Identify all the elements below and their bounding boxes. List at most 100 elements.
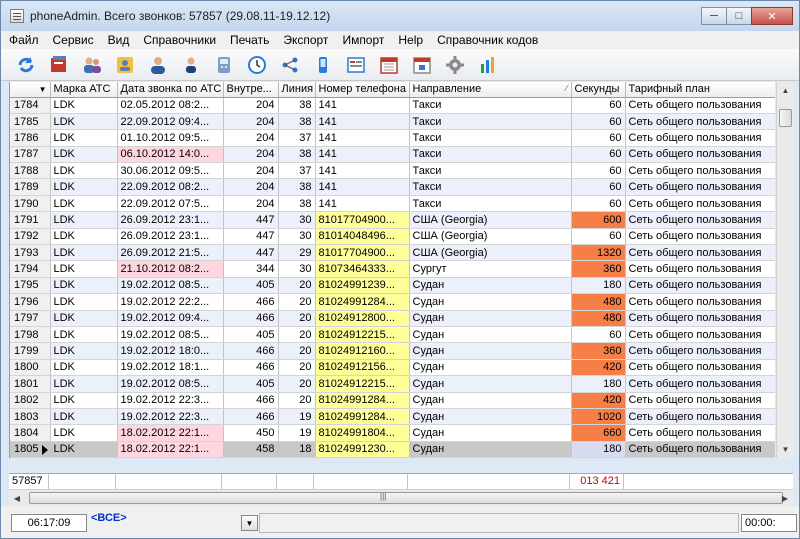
tariff-cell: Сеть общего пользования [625, 359, 775, 377]
tariff-cell: Сеть общего пользования [625, 375, 775, 393]
column-menu-icon[interactable]: ▼ [39, 85, 47, 94]
scroll-right-icon[interactable]: ▶ [777, 490, 793, 506]
horizontal-scrollbar[interactable]: ◀ ||| ▶ [9, 489, 793, 505]
table-row[interactable]: 1802 LDK 19.02.2012 22:3... 466 20 8102499128… [10, 392, 775, 409]
phone-cell: 81073464333... [315, 260, 410, 278]
scroll-left-icon[interactable]: ◀ [9, 490, 25, 506]
menu-item[interactable]: Экспорт [275, 33, 334, 47]
table-row[interactable]: 1790 LDK 22.09.2012 07:5... 204 38 141 Такси 60… [10, 195, 775, 213]
table-row[interactable]: 1789 LDK 22.09.2012 08:2... 204 38 141 Такси 60… [10, 178, 775, 196]
row-number: 1787 [10, 146, 51, 164]
form-button[interactable] [343, 53, 369, 77]
users-button[interactable] [79, 53, 105, 77]
minimize-button[interactable]: ─ [701, 7, 727, 25]
ats-cell: LDK [50, 228, 118, 246]
column-header[interactable]: Направление ∕ [409, 82, 572, 98]
clock-button[interactable] [244, 53, 270, 77]
table-row[interactable]: 1787 LDK 06.10.2012 14:0... 204 38 141 Такси 60… [10, 146, 775, 164]
menu-bar: Файл Сервис Вид Справочники Печать Экспорт Имп… [1, 31, 799, 49]
scroll-down-icon[interactable]: ▼ [777, 441, 794, 458]
table-row[interactable]: 1798 LDK 19.02.2012 08:5... 405 20 8102491221… [10, 326, 775, 344]
date-cell: 19.02.2012 08:5... [117, 326, 224, 344]
chart-button[interactable] [475, 53, 501, 77]
maximize-button[interactable]: □ [726, 7, 752, 25]
column-header[interactable]: Номер телефона [315, 82, 410, 98]
row-number: 1795 [10, 277, 51, 295]
refresh-button[interactable] [13, 53, 39, 77]
column-header[interactable]: Дата звонка по АТС [117, 82, 224, 98]
table-row[interactable]: 1804 LDK 18.02.2012 22:1... 450 19 8102499180… [10, 424, 775, 442]
line-cell: 37 [278, 162, 316, 180]
phone-cell: 141 [315, 113, 410, 131]
phone-cell: 81024912800... [315, 310, 410, 327]
vertical-scrollbar[interactable]: ▲ ▼ [776, 82, 793, 458]
extension-cell: 405 [223, 375, 279, 393]
menu-item[interactable]: Справочники [135, 33, 222, 47]
column-header[interactable]: Марка АТС [50, 82, 118, 98]
tariff-cell: Сеть общего пользования [625, 392, 775, 409]
seconds-cell: 480 [571, 310, 626, 327]
extension-cell: 405 [223, 326, 279, 344]
network-button[interactable] [277, 53, 303, 77]
seconds-cell: 1320 [571, 244, 626, 262]
stack-button[interactable] [46, 53, 72, 77]
table-row[interactable]: 1791 LDK 26.09.2012 23:1... 447 30 8101770490… [10, 211, 775, 229]
totals-cell [277, 474, 314, 489]
column-header-label: Дата звонка по АТС [120, 83, 222, 96]
menu-item[interactable]: Вид [100, 33, 136, 47]
calendar-month-button[interactable] [376, 53, 402, 77]
table-row[interactable]: 1786 LDK 01.10.2012 09:5... 204 37 141 Такси 60… [10, 129, 775, 147]
column-header[interactable]: Внутре... [223, 82, 279, 98]
vertical-scroll-thumb[interactable] [779, 109, 792, 127]
direction-cell: Судан [409, 424, 572, 442]
phone-button[interactable] [211, 53, 237, 77]
person-icon [186, 57, 196, 73]
person-button[interactable] [178, 53, 204, 77]
menu-item[interactable]: Печать [222, 33, 275, 47]
column-header[interactable]: ▼ [10, 82, 51, 98]
table-row[interactable]: 1803 LDK 19.02.2012 22:3... 466 19 8102499128… [10, 408, 775, 426]
scroll-up-icon[interactable]: ▲ [777, 82, 794, 99]
table-row[interactable]: 1800 LDK 19.02.2012 18:1... 466 20 8102491215… [10, 359, 775, 377]
table-row[interactable]: 1784 LDK 02.05.2012 08:2... 204 38 141 Такси 60… [10, 97, 775, 114]
calendar-day-button[interactable] [409, 53, 435, 77]
table-row[interactable]: 1788 LDK 30.06.2012 09:5... 204 37 141 Такси 60… [10, 162, 775, 180]
table-row[interactable]: 1796 LDK 19.02.2012 22:2... 466 20 8102499128… [10, 293, 775, 311]
column-header[interactable]: Тарифный план [625, 82, 775, 98]
phone-cell: 81024991284... [315, 392, 410, 409]
date-cell: 26.09.2012 21:5... [117, 244, 224, 262]
horizontal-scroll-thumb[interactable] [29, 492, 783, 504]
user-button[interactable] [145, 53, 171, 77]
table-row[interactable]: 1797 LDK 19.02.2012 09:4... 466 20 8102491280… [10, 310, 775, 327]
table-row[interactable]: 1805 LDK 18.02.2012 22:1... 458 18 8102499123… [10, 441, 775, 458]
title-bar[interactable]: phoneAdmin. Всего звонков: 57857 (29.08.… [1, 1, 799, 31]
column-header[interactable]: Линия [278, 82, 316, 98]
table-row[interactable]: 1799 LDK 19.02.2012 18:0... 466 20 8102491216… [10, 342, 775, 360]
table-row[interactable]: 1795 LDK 19.02.2012 08:5... 405 20 8102499123… [10, 277, 775, 295]
menu-item[interactable]: Сервис [45, 33, 100, 47]
column-header[interactable]: Секунды [571, 82, 626, 98]
mobile-button[interactable] [310, 53, 336, 77]
table-row[interactable]: 1801 LDK 19.02.2012 08:5... 405 20 8102491221… [10, 375, 775, 393]
table-row[interactable]: 1785 LDK 22.09.2012 09:4... 204 38 141 Такси 60… [10, 113, 775, 131]
menu-item[interactable]: Импорт [334, 33, 390, 47]
ats-cell: LDK [50, 375, 118, 393]
column-header-label: Направление [412, 83, 482, 96]
gear-button[interactable] [442, 53, 468, 77]
row-number: 1792 [10, 228, 51, 246]
filter-dropdown-button[interactable]: ▼ [241, 515, 258, 531]
calls-grid[interactable]: ▼ Марка АТС Дата звонка по АТС Внутре... Лин… [9, 82, 775, 458]
table-row[interactable]: 1792 LDK 26.09.2012 23:1... 447 30 8101404849… [10, 228, 775, 246]
contacts-button[interactable] [112, 53, 138, 77]
phone-cell: 81024991230... [315, 441, 410, 458]
menu-item[interactable]: Файл [1, 33, 45, 47]
table-row[interactable]: 1794 LDK 21.10.2012 08:2... 344 30 8107346433… [10, 260, 775, 278]
date-cell: 02.05.2012 08:2... [117, 97, 224, 114]
menu-item[interactable]: Help [390, 33, 429, 47]
extension-cell: 204 [223, 129, 279, 147]
direction-cell: Такси [409, 129, 572, 147]
table-row[interactable]: 1793 LDK 26.09.2012 21:5... 447 29 8101770490… [10, 244, 775, 262]
menu-item[interactable]: Справочник кодов [429, 33, 544, 47]
phone-cell: 141 [315, 129, 410, 147]
close-button[interactable]: ✕ [751, 7, 793, 25]
